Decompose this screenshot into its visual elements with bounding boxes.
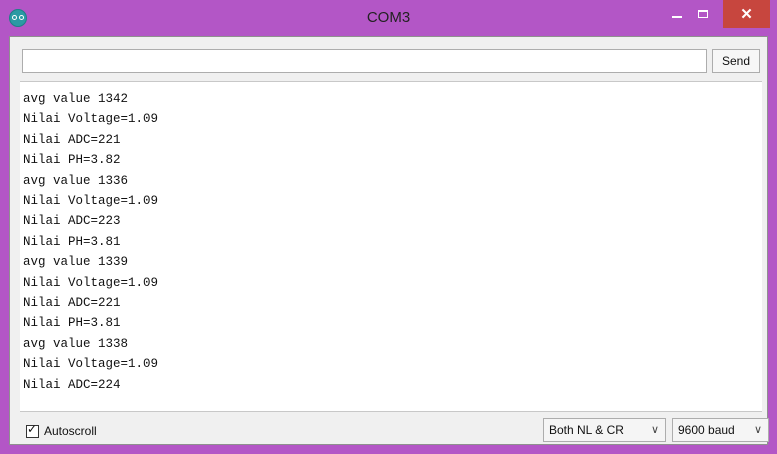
chevron-down-icon: ∨ [650, 424, 659, 436]
output-line: Nilai PH=3.82 [23, 153, 121, 168]
line-ending-value: Both NL & CR [549, 423, 624, 437]
baud-rate-value: 9600 baud [678, 423, 735, 437]
serial-input[interactable] [22, 49, 707, 73]
output-line: avg value 1338 [23, 336, 129, 351]
output-line: avg value 1336 [23, 173, 129, 188]
autoscroll-label: Autoscroll [44, 424, 97, 438]
output-line: Nilai PH=3.81 [23, 234, 121, 249]
output-line: Nilai ADC=221 [23, 296, 121, 311]
output-line: avg value 1342 [23, 92, 129, 106]
window-title: COM3 [366, 9, 411, 26]
serial-output[interactable]: avg value 1342 Nilai Voltage=1.09 Nilai … [20, 81, 762, 412]
output-line: Nilai PH=3.81 [23, 316, 121, 331]
output-line: Nilai Voltage=1.09 [23, 275, 159, 290]
minimize-button[interactable] [664, 0, 690, 28]
output-line: Nilai ADC=223 [23, 214, 121, 229]
output-line: Nilai Voltage=1.09 [23, 112, 159, 127]
close-icon: ✕ [740, 6, 753, 23]
title-bar[interactable]: COM3 ✕ [0, 0, 777, 36]
baud-rate-select[interactable]: 9600 baud ∨ [672, 418, 769, 442]
output-line: Nilai ADC=221 [23, 132, 121, 147]
autoscroll-toggle[interactable]: Autoscroll [26, 422, 97, 438]
output-line: Nilai Voltage=1.09 [23, 194, 159, 209]
close-button[interactable]: ✕ [723, 0, 770, 28]
chevron-down-icon: ∨ [753, 424, 762, 436]
maximize-icon [698, 10, 708, 18]
maximize-button[interactable] [690, 0, 716, 28]
output-line: Nilai Voltage=1.09 [23, 357, 159, 372]
serial-monitor-window: COM3 ✕ Send avg value 1342 Nilai Voltage… [0, 0, 777, 454]
output-line: avg value 1339 [23, 255, 129, 270]
send-button[interactable]: Send [712, 49, 760, 73]
output-line: Nilai ADC=224 [23, 377, 121, 392]
serial-monitor-client: Send avg value 1342 Nilai Voltage=1.09 N… [9, 36, 769, 445]
minimize-icon [672, 16, 682, 18]
line-ending-select[interactable]: Both NL & CR ∨ [543, 418, 666, 442]
autoscroll-checkbox[interactable] [26, 422, 39, 438]
